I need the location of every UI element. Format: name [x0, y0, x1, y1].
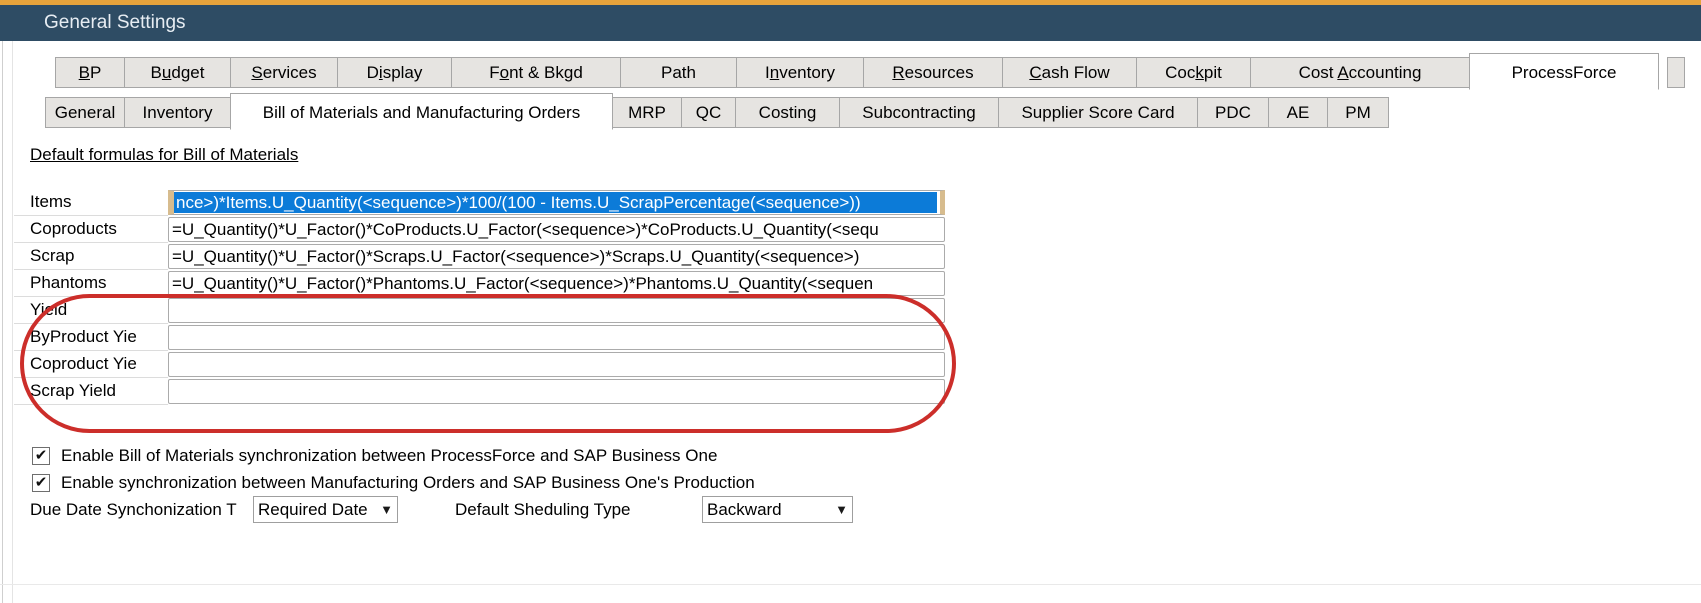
items-label: Items	[14, 189, 168, 216]
section-heading: Default formulas for Bill of Materials	[30, 145, 298, 165]
tab-inventory[interactable]: Inventory	[736, 57, 864, 88]
checkmark-icon: ✔	[35, 447, 48, 464]
subtab-costing[interactable]: Costing	[735, 97, 840, 128]
items-formula-input[interactable]: nce>)*Items.U_Quantity(<sequence>)*100/(…	[168, 190, 945, 215]
tab-overflow-stub	[1667, 57, 1685, 88]
chevron-down-icon: ▼	[835, 497, 848, 522]
tab-cash-flow[interactable]: Cash Flow	[1002, 57, 1137, 88]
byproduct-yield-label: ByProduct Yie	[14, 324, 168, 351]
subtab-bill-of-materials[interactable]: Bill of Materials and Manufacturing Orde…	[230, 93, 613, 130]
panel-left-edge	[12, 41, 13, 603]
chevron-down-icon: ▼	[380, 497, 393, 522]
title-bar: General Settings	[0, 5, 1701, 41]
formula-row-byproduct-yield: ByProduct Yie	[14, 324, 947, 351]
formula-grid: Items nce>)*Items.U_Quantity(<sequence>)…	[14, 189, 947, 405]
formula-row-scrap: Scrap =U_Quantity()*U_Factor()*Scraps.U_…	[14, 243, 947, 270]
subtab-subcontracting[interactable]: Subcontracting	[839, 97, 999, 128]
default-scheduling-type-value: Backward	[707, 497, 834, 522]
scrap-yield-label: Scrap Yield	[14, 378, 168, 405]
coproduct-yield-label: Coproduct Yie	[14, 351, 168, 378]
due-date-sync-value: Required Date	[258, 497, 379, 522]
coproducts-label: Coproducts	[14, 216, 168, 243]
scrap-formula-input[interactable]: =U_Quantity()*U_Factor()*Scraps.U_Factor…	[168, 244, 945, 269]
general-settings-window: General Settings BP Budget Services Disp…	[0, 0, 1701, 603]
bom-sync-checkbox[interactable]: ✔	[32, 447, 50, 465]
tab-services[interactable]: Services	[230, 57, 338, 88]
formula-row-yield: Yield	[14, 297, 947, 324]
bom-sync-row: ✔ Enable Bill of Materials synchronizati…	[32, 445, 717, 467]
checkmark-icon: ✔	[35, 474, 48, 491]
tab-budget[interactable]: Budget	[124, 57, 231, 88]
subtab-supplier-score-card[interactable]: Supplier Score Card	[998, 97, 1198, 128]
selected-formula-text: nce>)*Items.U_Quantity(<sequence>)*100/(…	[174, 192, 937, 213]
secondary-tab-strip: General Inventory Bill of Materials and …	[45, 97, 1389, 128]
formula-row-coproduct-yield: Coproduct Yie	[14, 351, 947, 378]
due-date-sync-label: Due Date Synchonization T	[30, 497, 253, 523]
coproduct-yield-input[interactable]	[168, 352, 945, 377]
subtab-pdc[interactable]: PDC	[1197, 97, 1269, 128]
tab-path[interactable]: Path	[620, 57, 737, 88]
tab-processforce[interactable]: ProcessForce	[1469, 53, 1659, 90]
phantoms-formula-input[interactable]: =U_Quantity()*U_Factor()*Phantoms.U_Fact…	[168, 271, 945, 296]
panel-bottom-edge	[0, 584, 1701, 585]
scrap-label: Scrap	[14, 243, 168, 270]
scrap-yield-input[interactable]	[168, 379, 945, 404]
subtab-mrp[interactable]: MRP	[612, 97, 682, 128]
yield-input[interactable]	[168, 298, 945, 323]
window-title: General Settings	[44, 5, 186, 41]
formula-row-items: Items nce>)*Items.U_Quantity(<sequence>)…	[14, 189, 947, 216]
subtab-inventory[interactable]: Inventory	[124, 97, 231, 128]
mo-sync-label: Enable synchronization between Manufactu…	[61, 473, 755, 493]
yield-label: Yield	[14, 297, 168, 324]
formula-row-phantoms: Phantoms =U_Quantity()*U_Factor()*Phanto…	[14, 270, 947, 297]
formula-row-coproducts: Coproducts =U_Quantity()*U_Factor()*CoPr…	[14, 216, 947, 243]
tab-font-bkgd[interactable]: Font & Bkgd	[451, 57, 621, 88]
primary-tab-strip: BP Budget Services Display Font & Bkgd P…	[55, 57, 1685, 88]
default-scheduling-type-dropdown[interactable]: Backward ▼	[702, 496, 853, 523]
window-left-edge	[2, 41, 3, 603]
default-scheduling-type-label: Default Sheduling Type	[455, 497, 630, 523]
mo-sync-checkbox[interactable]: ✔	[32, 474, 50, 492]
formula-row-scrap-yield: Scrap Yield	[14, 378, 947, 405]
phantoms-label: Phantoms	[14, 270, 168, 297]
byproduct-yield-input[interactable]	[168, 325, 945, 350]
bom-sync-label: Enable Bill of Materials synchronization…	[61, 446, 717, 466]
subtab-qc[interactable]: QC	[681, 97, 736, 128]
subtab-ae[interactable]: AE	[1268, 97, 1328, 128]
tab-cockpit[interactable]: Cockpit	[1136, 57, 1251, 88]
mo-sync-row: ✔ Enable synchronization between Manufac…	[32, 472, 755, 494]
subtab-general[interactable]: General	[45, 97, 125, 128]
tab-bp[interactable]: BP	[55, 57, 125, 88]
tab-display[interactable]: Display	[337, 57, 452, 88]
due-date-sync-dropdown[interactable]: Required Date ▼	[253, 496, 398, 523]
tab-cost-accounting[interactable]: Cost Accounting	[1250, 57, 1470, 88]
tab-resources[interactable]: Resources	[863, 57, 1003, 88]
coproducts-formula-input[interactable]: =U_Quantity()*U_Factor()*CoProducts.U_Fa…	[168, 217, 945, 242]
subtab-pm[interactable]: PM	[1327, 97, 1389, 128]
